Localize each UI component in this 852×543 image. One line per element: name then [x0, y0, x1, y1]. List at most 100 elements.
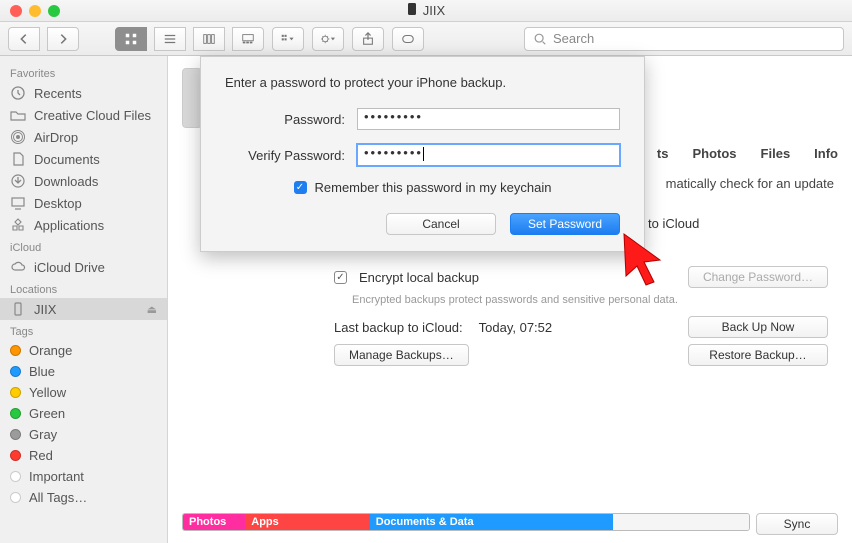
sidebar-tag-all[interactable]: All Tags…	[0, 487, 167, 508]
view-list-button[interactable]	[154, 27, 186, 51]
storage-segment-free	[613, 514, 749, 530]
share-button[interactable]	[352, 27, 384, 51]
search-placeholder: Search	[553, 31, 594, 46]
sidebar-item-label: Orange	[29, 343, 72, 358]
checkbox-remember-keychain[interactable]	[294, 181, 307, 194]
sidebar-item-label: Creative Cloud Files	[34, 108, 151, 123]
sidebar-heading-tags: Tags	[0, 320, 167, 340]
password-label: Password:	[225, 112, 345, 127]
text-caret	[423, 147, 424, 161]
minimize-window-button[interactable]	[29, 5, 41, 17]
sidebar-item-label: Recents	[34, 86, 82, 101]
tag-dot-icon	[10, 387, 21, 398]
tag-dot-icon	[10, 429, 21, 440]
sidebar-tag-red[interactable]: Red	[0, 445, 167, 466]
device-thumbnail	[182, 68, 202, 128]
last-backup-label: Last backup to iCloud:	[334, 320, 463, 335]
sync-button[interactable]: Sync	[756, 513, 838, 535]
sidebar: Favorites Recents Creative Cloud Files A…	[0, 56, 168, 543]
sidebar-item-label: iCloud Drive	[34, 260, 105, 275]
sidebar-item-label: Yellow	[29, 385, 66, 400]
sidebar-item-documents[interactable]: Documents	[0, 148, 167, 170]
document-icon	[10, 151, 26, 167]
sidebar-item-label: All Tags…	[29, 490, 87, 505]
eject-icon[interactable]: ⏏	[147, 303, 157, 316]
sidebar-item-desktop[interactable]: Desktop	[0, 192, 167, 214]
sidebar-item-label: Downloads	[34, 174, 98, 189]
sidebar-item-creative-cloud[interactable]: Creative Cloud Files	[0, 104, 167, 126]
view-icons-button[interactable]	[115, 27, 147, 51]
sheet-title: Enter a password to protect your iPhone …	[225, 75, 620, 90]
sidebar-item-label: Desktop	[34, 196, 82, 211]
cloud-icon	[10, 259, 26, 275]
storage-segment-docs: Documents & Data	[370, 514, 613, 530]
airdrop-icon	[10, 129, 26, 145]
sidebar-item-icloud-drive[interactable]: iCloud Drive	[0, 256, 167, 278]
sidebar-item-device-jiix[interactable]: JIIX ⏏	[0, 298, 167, 320]
search-icon	[533, 32, 547, 46]
sidebar-item-label: Applications	[34, 218, 104, 233]
password-input[interactable]: •••••••••	[357, 108, 620, 130]
search-input[interactable]: Search	[524, 27, 844, 51]
storage-bar[interactable]: Photos Apps Documents & Data	[182, 513, 750, 531]
sidebar-item-label: Green	[29, 406, 65, 421]
verify-password-label: Verify Password:	[225, 148, 345, 163]
sidebar-tag-yellow[interactable]: Yellow	[0, 382, 167, 403]
sidebar-item-applications[interactable]: Applications	[0, 214, 167, 236]
tag-dot-icon	[10, 492, 21, 503]
sidebar-item-recents[interactable]: Recents	[0, 82, 167, 104]
sidebar-item-label: Important	[29, 469, 84, 484]
sidebar-tag-gray[interactable]: Gray	[0, 424, 167, 445]
remember-keychain-label: Remember this password in my keychain	[315, 180, 552, 195]
sidebar-item-label: Blue	[29, 364, 55, 379]
view-columns-button[interactable]	[193, 27, 225, 51]
storage-segment-apps: Apps	[245, 514, 370, 530]
restore-backup-button[interactable]: Restore Backup…	[688, 344, 828, 366]
encrypt-backup-note: Encrypted backups protect passwords and …	[352, 294, 828, 306]
sidebar-tag-green[interactable]: Green	[0, 403, 167, 424]
sidebar-item-label: Red	[29, 448, 53, 463]
desktop-icon	[10, 195, 26, 211]
sidebar-heading-locations: Locations	[0, 278, 167, 298]
storage-usage-bar: Photos Apps Documents & Data Sync	[182, 513, 838, 531]
cancel-button[interactable]: Cancel	[386, 213, 496, 235]
applications-icon	[10, 217, 26, 233]
tab-photos[interactable]: Photos	[692, 146, 736, 161]
folder-icon	[10, 107, 26, 123]
toolbar: Search	[0, 22, 852, 56]
backup-now-button[interactable]: Back Up Now	[688, 316, 828, 338]
view-gallery-button[interactable]	[232, 27, 264, 51]
nav-forward-button[interactable]	[47, 27, 79, 51]
tag-dot-icon	[10, 408, 21, 419]
annotation-cursor-arrow	[620, 230, 672, 293]
sidebar-item-downloads[interactable]: Downloads	[0, 170, 167, 192]
close-window-button[interactable]	[10, 5, 22, 17]
sidebar-item-airdrop[interactable]: AirDrop	[0, 126, 167, 148]
sidebar-item-label: Documents	[34, 152, 100, 167]
tab-files[interactable]: Files	[761, 146, 791, 161]
last-backup-value: Today, 07:52	[479, 320, 552, 335]
tags-button[interactable]	[392, 27, 424, 51]
checkbox-encrypt-backup[interactable]	[334, 271, 347, 284]
action-menu-button[interactable]	[312, 27, 344, 51]
tab-truncated[interactable]: ts	[657, 146, 669, 161]
group-by-button[interactable]	[272, 27, 304, 51]
window-controls	[10, 5, 60, 17]
manage-backups-button[interactable]: Manage Backups…	[334, 344, 469, 366]
sidebar-tag-orange[interactable]: Orange	[0, 340, 167, 361]
download-icon	[10, 173, 26, 189]
tab-info[interactable]: Info	[814, 146, 838, 161]
sidebar-tag-important[interactable]: Important	[0, 466, 167, 487]
set-password-button[interactable]: Set Password	[510, 213, 620, 235]
sidebar-tag-blue[interactable]: Blue	[0, 361, 167, 382]
sidebar-item-label: AirDrop	[34, 130, 78, 145]
tag-dot-icon	[10, 345, 21, 356]
change-password-button[interactable]: Change Password…	[688, 266, 828, 288]
sidebar-item-label: JIIX	[34, 302, 56, 317]
nav-back-button[interactable]	[8, 27, 40, 51]
verify-password-input[interactable]: •••••••••	[357, 144, 620, 166]
storage-segment-photos: Photos	[183, 514, 245, 530]
encrypt-backup-label: Encrypt local backup	[359, 270, 479, 285]
zoom-window-button[interactable]	[48, 5, 60, 17]
titlebar: JIIX	[0, 0, 852, 22]
